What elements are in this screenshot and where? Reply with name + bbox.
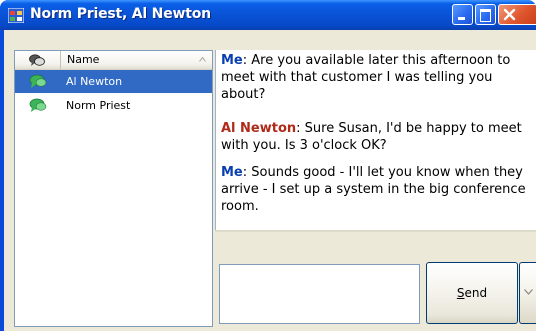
- title-bar[interactable]: Norm Priest, Al Newton: [0, 0, 536, 30]
- conversation-pane[interactable]: Me: Are you available later this afterno…: [215, 50, 536, 230]
- window-title: Norm Priest, Al Newton: [30, 6, 211, 22]
- chat-bubble-icon: [29, 98, 47, 112]
- chevron-down-icon: [524, 289, 533, 295]
- chat-bubble-icon: [29, 74, 47, 88]
- maximize-button[interactable]: [475, 4, 496, 25]
- send-options-button[interactable]: [519, 262, 536, 324]
- chat-window: Norm Priest, Al Newton Name Al Newton No…: [0, 0, 536, 331]
- message-input[interactable]: [219, 264, 420, 324]
- contact-name: Norm Priest: [66, 99, 131, 112]
- message: Al Newton: Sure Susan, I'd be happy to m…: [221, 120, 527, 154]
- maximize-icon: [480, 9, 491, 22]
- message-speaker: Me: [221, 165, 243, 180]
- close-button[interactable]: [498, 4, 536, 25]
- message: Me: Are you available later this afterno…: [221, 52, 527, 103]
- contact-name: Al Newton: [66, 75, 123, 88]
- message-speaker: Al Newton: [221, 121, 297, 136]
- column-header-name-label: Name: [67, 53, 100, 66]
- message: Me: Sounds good - I'll let you know when…: [221, 164, 527, 215]
- app-window-icon[interactable]: [8, 8, 24, 23]
- contact-list-header: Name: [15, 51, 212, 70]
- contact-row-norm-priest[interactable]: Norm Priest: [15, 94, 212, 117]
- send-button-label: Send: [427, 286, 517, 300]
- minimize-button[interactable]: [452, 4, 473, 25]
- window-client-area: Name Al Newton Norm Priest Me: Are you a…: [4, 30, 536, 331]
- chat-bubbles-icon: [29, 54, 45, 66]
- column-header-name[interactable]: Name: [61, 51, 212, 69]
- send-label-rest: end: [464, 286, 488, 300]
- sort-ascending-icon: [199, 57, 206, 62]
- message-speaker: Me: [221, 53, 243, 68]
- message-text: Are you available later this afternoon t…: [221, 53, 511, 102]
- close-icon: [503, 8, 516, 21]
- contact-row-al-newton[interactable]: Al Newton: [15, 70, 212, 93]
- send-mnemonic: S: [456, 286, 465, 300]
- send-button[interactable]: Send: [426, 262, 518, 324]
- column-header-status[interactable]: [15, 51, 61, 69]
- pane-splitter[interactable]: [215, 230, 536, 232]
- minimize-icon: [458, 17, 465, 20]
- contact-list[interactable]: Name Al Newton Norm Priest: [14, 50, 213, 327]
- message-text: Sounds good - I'll let you know when the…: [221, 165, 526, 214]
